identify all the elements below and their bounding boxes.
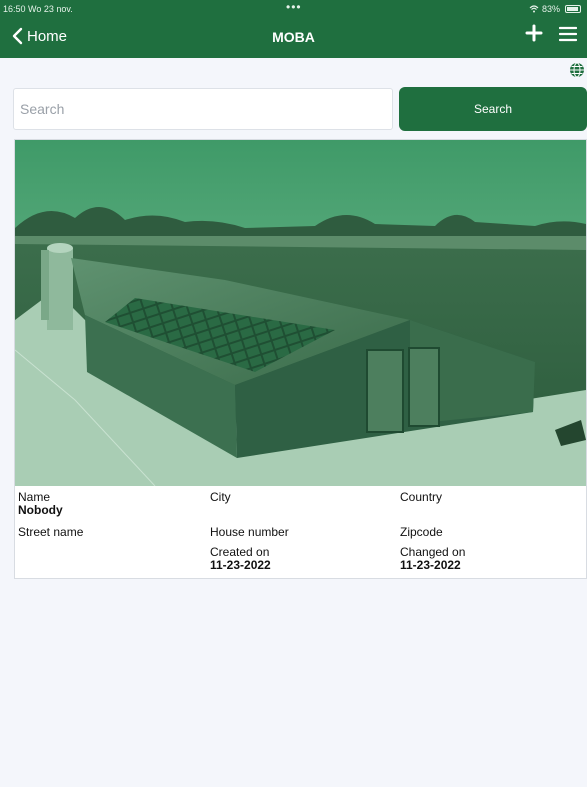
farm-photo bbox=[15, 140, 586, 486]
zipcode-field: Zipcode bbox=[400, 526, 443, 539]
house-number-label: House number bbox=[210, 525, 289, 539]
country-field: Country bbox=[400, 491, 442, 504]
farm-card[interactable]: Name Nobody City Country Street name Hou… bbox=[14, 139, 587, 579]
house-number-field: House number bbox=[210, 526, 289, 539]
navigation-bar: Home MOBA bbox=[0, 18, 587, 58]
street-field: Street name bbox=[18, 526, 83, 539]
street-label: Street name bbox=[18, 525, 84, 539]
changed-field: Changed on 11-23-2022 bbox=[400, 546, 465, 572]
status-time: 16:50 Wo 23 nov. bbox=[3, 4, 73, 14]
battery-icon bbox=[565, 5, 581, 13]
status-right: 83% bbox=[529, 4, 581, 14]
name-value: Nobody bbox=[18, 503, 63, 517]
farm-barn-image bbox=[15, 140, 586, 486]
name-field: Name Nobody bbox=[18, 491, 63, 517]
search-button[interactable]: Search bbox=[399, 87, 587, 131]
battery-percentage: 83% bbox=[541, 4, 560, 14]
country-label: Country bbox=[400, 490, 443, 504]
zipcode-label: Zipcode bbox=[400, 525, 443, 539]
changed-value: 11-23-2022 bbox=[400, 558, 461, 572]
plus-icon[interactable] bbox=[525, 24, 543, 42]
top-bar: 16:50 Wo 23 nov. ••• 83% Home MOBA bbox=[0, 0, 587, 58]
wifi-icon bbox=[529, 5, 539, 13]
globe-icon[interactable] bbox=[569, 62, 585, 78]
status-date: Wo 23 nov. bbox=[28, 4, 73, 14]
status-bar: 16:50 Wo 23 nov. ••• 83% bbox=[0, 0, 587, 18]
page-title: MOBA bbox=[272, 29, 315, 45]
created-value: 11-23-2022 bbox=[210, 558, 271, 572]
created-field: Created on 11-23-2022 bbox=[210, 546, 271, 572]
menu-icon[interactable] bbox=[559, 26, 577, 42]
city-label: City bbox=[210, 490, 231, 504]
search-input[interactable] bbox=[13, 88, 393, 130]
status-clock: 16:50 bbox=[3, 4, 26, 14]
city-field: City bbox=[210, 491, 231, 504]
multitasking-dots-icon[interactable]: ••• bbox=[286, 0, 302, 14]
